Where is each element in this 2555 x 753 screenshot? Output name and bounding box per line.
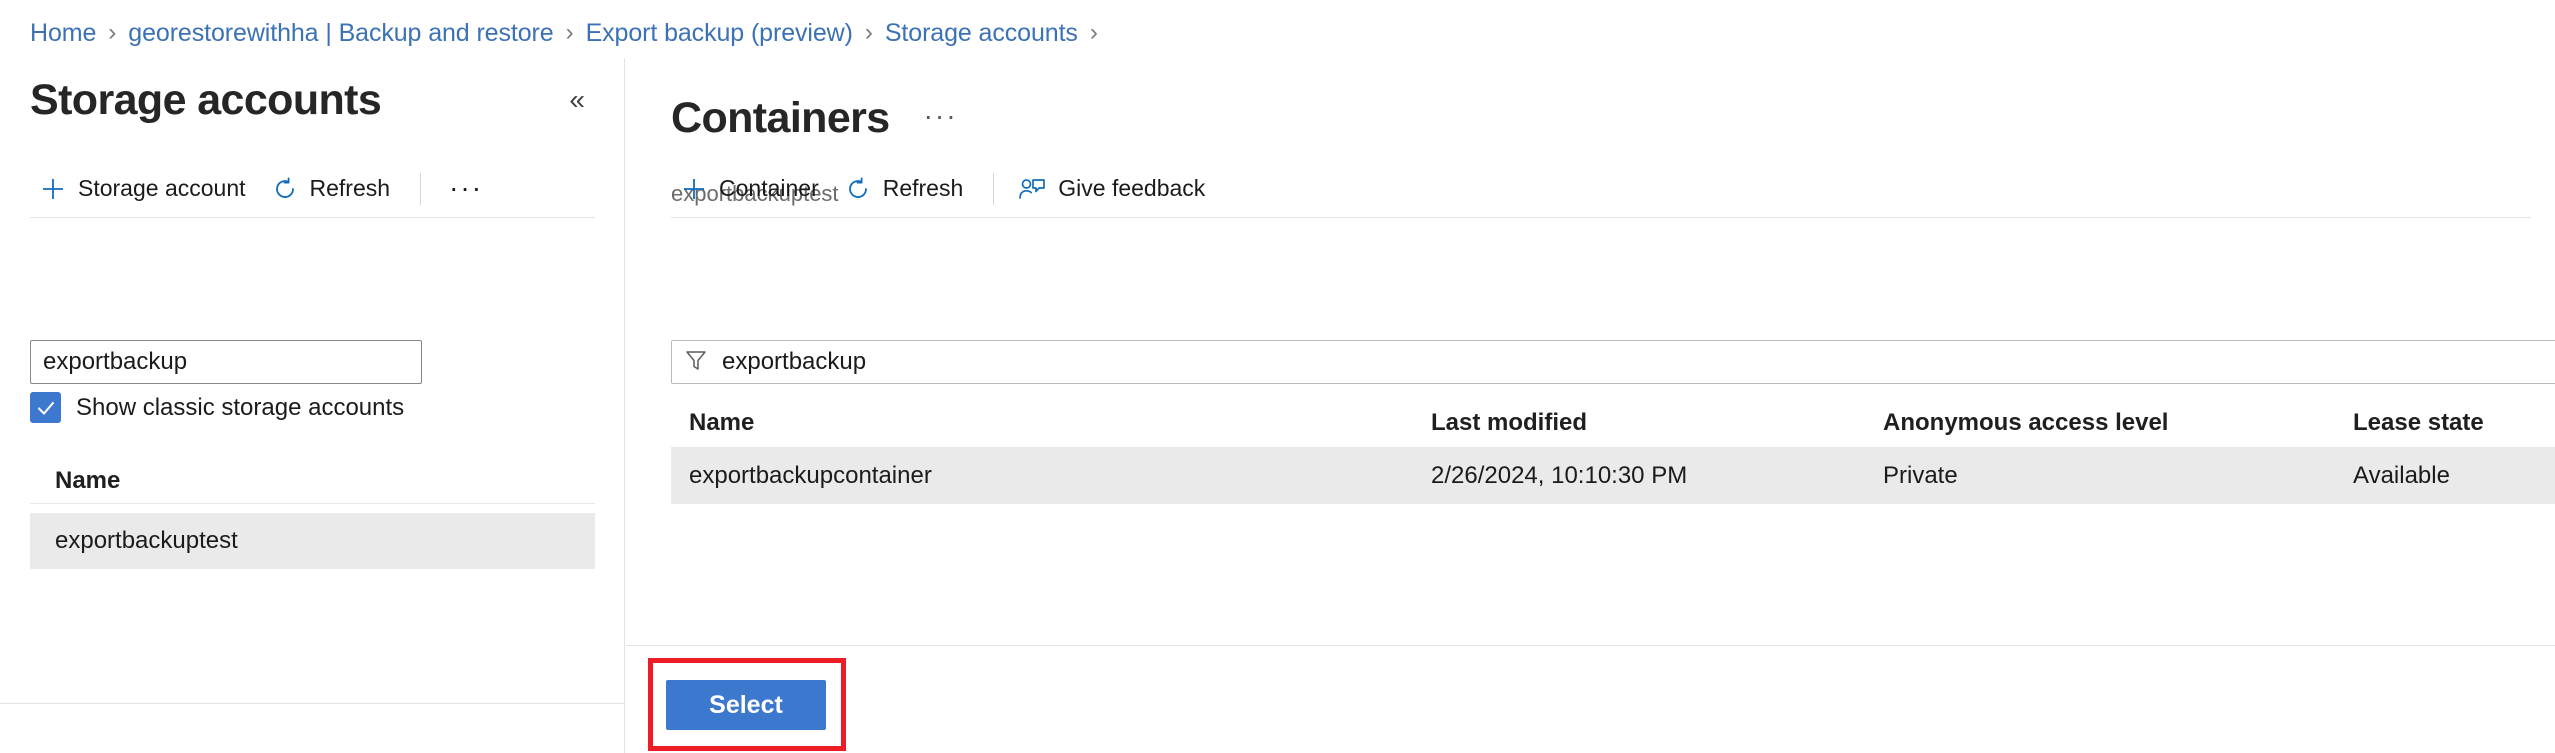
column-header-anonymous-access-level[interactable]: Anonymous access level [1883, 409, 2353, 437]
container-filter-input[interactable] [722, 348, 2548, 376]
select-button[interactable]: Select [666, 680, 826, 730]
breadcrumb-separator-icon: › [1090, 19, 1098, 47]
give-feedback-button[interactable]: Give feedback [1008, 167, 1215, 211]
containers-table: Name Last modified Anonymous access leve… [671, 398, 2555, 504]
storage-accounts-blade: Storage accounts « Storage account [0, 58, 625, 753]
cell-container-name[interactable]: exportbackupcontainer [671, 462, 1431, 490]
breadcrumb-separator-icon: › [865, 19, 873, 47]
blade-action-bar: Select [626, 645, 2555, 753]
give-feedback-label: Give feedback [1058, 175, 1205, 202]
storage-account-name: exportbackuptest [55, 527, 238, 555]
list-item[interactable]: exportbackuptest [30, 513, 595, 569]
breadcrumb-separator-icon: › [566, 19, 574, 47]
toolbar-divider [420, 173, 421, 205]
azure-portal-blade-container: Home › georestorewithha | Backup and res… [0, 0, 2555, 753]
left-blade-toolbar: Storage account Refresh ··· [30, 160, 595, 218]
breadcrumb-item-storage-accounts[interactable]: Storage accounts [885, 19, 1078, 48]
add-storage-account-button[interactable]: Storage account [30, 167, 256, 211]
left-blade-footer-divider [0, 703, 624, 704]
column-header-name: Name [30, 467, 120, 495]
refresh-label: Refresh [883, 175, 964, 202]
funnel-filter-icon [684, 348, 708, 377]
breadcrumb-separator-icon: › [108, 19, 116, 47]
refresh-label: Refresh [310, 175, 391, 202]
breadcrumb-item-backup-and-restore[interactable]: georestorewithha | Backup and restore [128, 19, 553, 48]
container-filter-box[interactable] [671, 340, 2555, 384]
table-row[interactable]: exportbackupcontainer 2/26/2024, 10:10:3… [671, 448, 2555, 504]
refresh-storage-accounts-button[interactable]: Refresh [262, 167, 401, 211]
ellipsis-icon[interactable]: ··· [918, 100, 964, 137]
cell-lease-state: Available [2353, 462, 2553, 490]
cell-anonymous-access-level: Private [1883, 462, 2353, 490]
toolbar-divider [993, 173, 994, 205]
add-container-label: Container [719, 175, 819, 202]
collapse-blade-icon[interactable]: « [559, 82, 595, 118]
breadcrumb: Home › georestorewithha | Backup and res… [30, 18, 1110, 48]
show-classic-storage-accounts-checkbox[interactable]: Show classic storage accounts [30, 392, 404, 423]
right-blade-title-row: Containers ··· [671, 68, 964, 169]
containers-toolbar: Container Refresh [671, 160, 2531, 218]
show-classic-storage-accounts-label: Show classic storage accounts [76, 394, 404, 422]
storage-accounts-column-header: Name [30, 458, 595, 504]
page-title: Storage accounts [30, 79, 381, 122]
storage-account-search-input[interactable] [30, 340, 422, 384]
checkbox-checked-icon[interactable] [30, 392, 61, 423]
refresh-containers-button[interactable]: Refresh [835, 167, 974, 211]
table-header-row: Name Last modified Anonymous access leve… [671, 398, 2555, 448]
cell-last-modified: 2/26/2024, 10:10:30 PM [1431, 462, 1883, 490]
plus-icon [681, 176, 707, 202]
feedback-person-icon [1018, 176, 1046, 202]
left-blade-header: Storage accounts « [30, 70, 595, 130]
column-header-last-modified[interactable]: Last modified [1431, 409, 1883, 437]
refresh-icon [845, 176, 871, 202]
column-header-lease-state[interactable]: Lease state [2353, 409, 2553, 437]
add-storage-account-label: Storage account [78, 175, 246, 202]
plus-icon [40, 176, 66, 202]
column-header-name[interactable]: Name [671, 409, 1431, 437]
breadcrumb-item-home[interactable]: Home [30, 19, 96, 48]
refresh-icon [272, 176, 298, 202]
breadcrumb-item-export-backup[interactable]: Export backup (preview) [586, 19, 853, 48]
add-container-button[interactable]: Container [671, 167, 829, 211]
ellipsis-icon[interactable]: ··· [435, 180, 497, 197]
page-title: Containers [671, 97, 890, 140]
